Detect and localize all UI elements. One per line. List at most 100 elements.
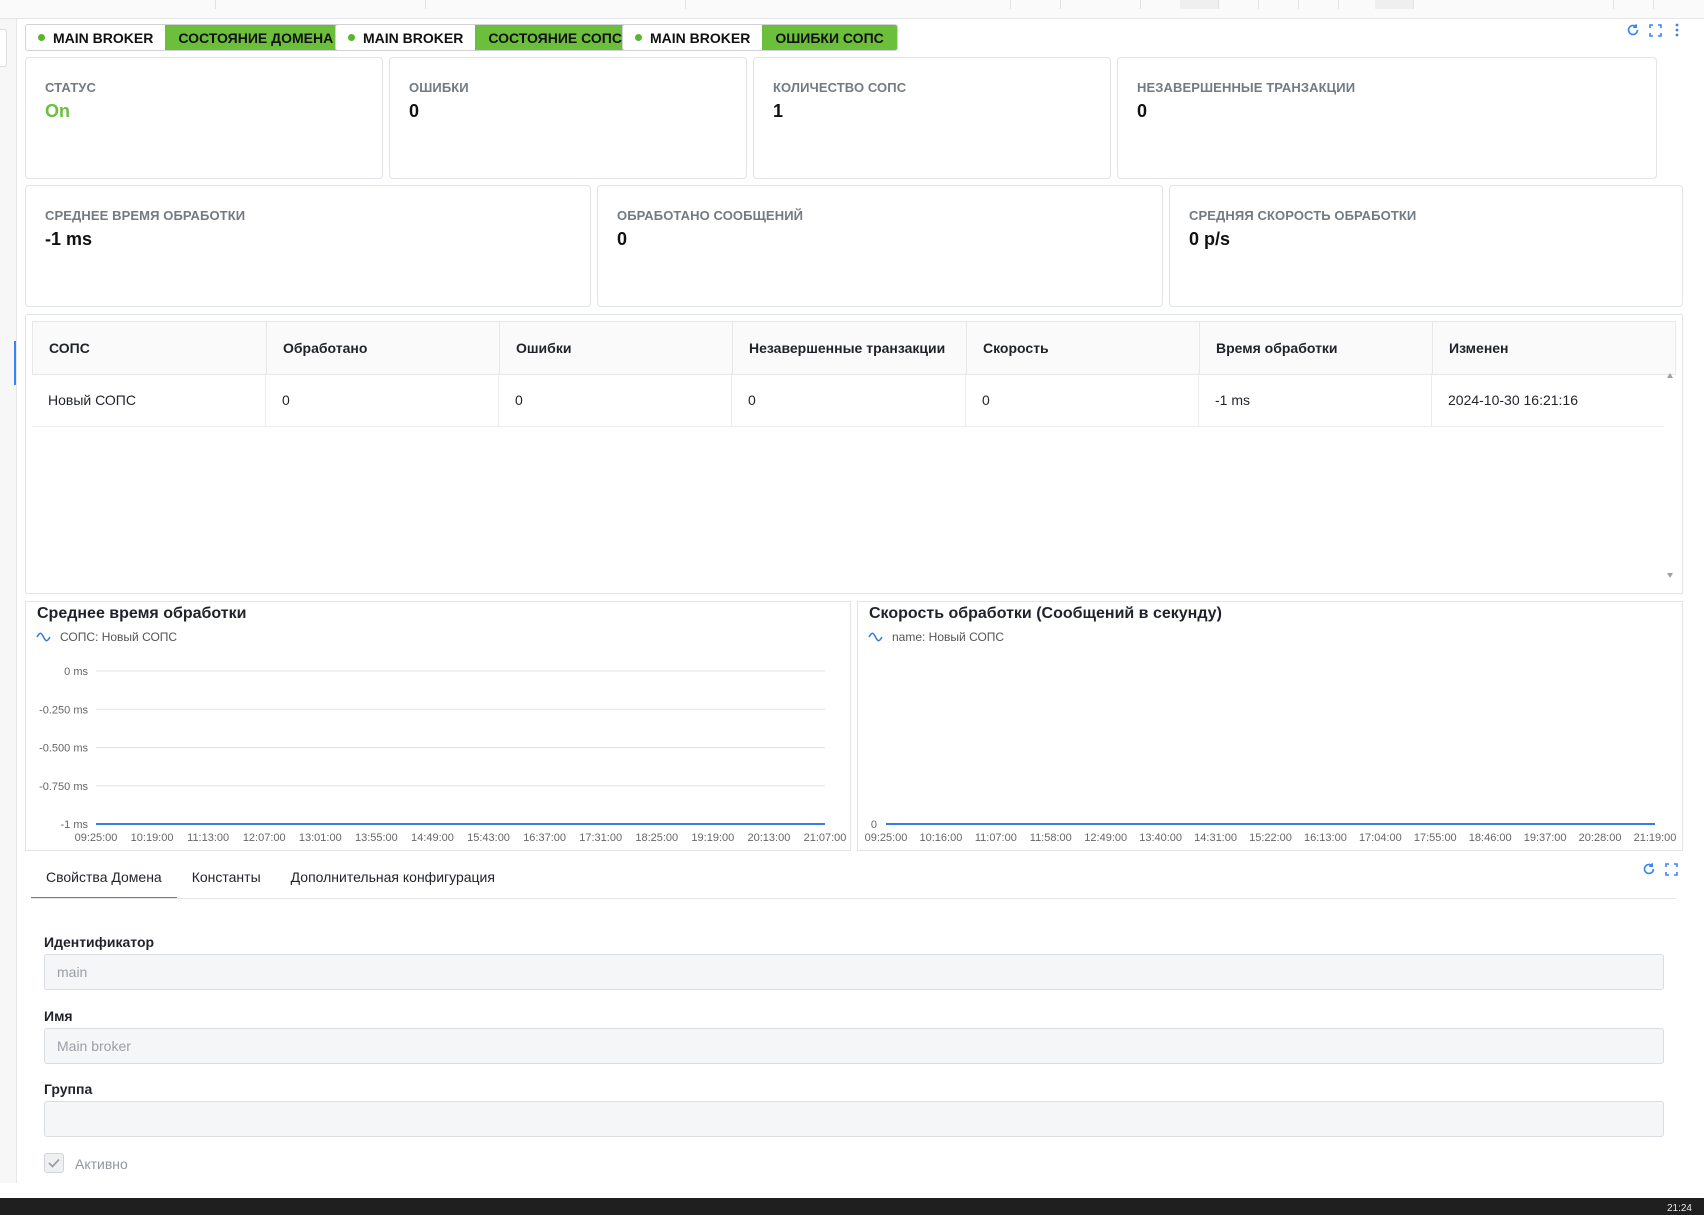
x-tick-label: 15:22:00 bbox=[1249, 832, 1292, 844]
x-tick-label: 09:25:00 bbox=[75, 832, 118, 844]
x-tick-label: 13:55:00 bbox=[355, 832, 398, 844]
stat-label: ОБРАБОТАНО СООБЩЕНИЙ bbox=[617, 208, 804, 223]
tag-badge: СОСТОЯНИЕ СОПС bbox=[475, 25, 635, 50]
stat-card-status: СТАТУС On bbox=[25, 57, 383, 179]
x-tick-label: 19:19:00 bbox=[691, 832, 734, 844]
table-cell: Новый СОПС bbox=[32, 373, 266, 426]
column-header-pending[interactable]: Незавершенные транзакции bbox=[733, 322, 967, 374]
x-tick-label: 17:55:00 bbox=[1414, 832, 1457, 844]
more-vertical-icon[interactable] bbox=[1668, 21, 1686, 39]
chart-plot-area: 0 ms -0.250 ms -0.500 ms -0.750 ms -1 ms09:2… bbox=[39, 666, 847, 844]
x-tick-label: 20:13:00 bbox=[748, 832, 791, 844]
tag-sops-state[interactable]: MAIN BROKER СОСТОЯНИЕ СОПС bbox=[335, 24, 636, 51]
sidebar-active-indicator bbox=[14, 341, 16, 385]
stat-label: НЕЗАВЕРШЕННЫЕ ТРАНЗАКЦИИ bbox=[1137, 80, 1356, 95]
stat-label: СРЕДНЯЯ СКОРОСТЬ ОБРАБОТКИ bbox=[1189, 208, 1417, 223]
identifier-field[interactable]: main bbox=[44, 954, 1664, 990]
table-cell: -1 ms bbox=[1199, 373, 1432, 426]
chart-processing-speed: Скорость обработки (Сообщений в секунду)… bbox=[857, 601, 1683, 851]
column-header-sops[interactable]: СОПС bbox=[33, 322, 267, 374]
x-tick-label: 17:31:00 bbox=[579, 832, 622, 844]
tab-constants[interactable]: Константы bbox=[177, 857, 276, 899]
table-scrollbar[interactable] bbox=[1665, 373, 1675, 578]
stat-value: 0 bbox=[1137, 101, 1148, 121]
column-header-errors[interactable]: Ошибки bbox=[500, 322, 733, 374]
stat-card-avg-processing-speed: СРЕДНЯЯ СКОРОСТЬ ОБРАБОТКИ 0 p/s bbox=[1169, 185, 1683, 307]
stat-value: 0 bbox=[617, 229, 628, 249]
tag-domain-state[interactable]: MAIN BROKER СОСТОЯНИЕ ДОМЕНА bbox=[25, 24, 348, 51]
checkmark-icon bbox=[48, 1158, 60, 1168]
x-tick-label: 10:19:00 bbox=[131, 832, 174, 844]
table-row[interactable]: Новый СОПС 0 0 0 0 -1 ms 2024-10-30 16:2… bbox=[32, 373, 1664, 427]
status-dot bbox=[635, 34, 642, 41]
fullscreen-icon[interactable] bbox=[1662, 860, 1680, 878]
sops-table: СОПС Обработано Ошибки Незавершенные тра… bbox=[25, 314, 1683, 594]
x-tick-label: 14:31:00 bbox=[1194, 832, 1237, 844]
refresh-icon[interactable] bbox=[1624, 21, 1642, 39]
x-tick-label: 18:25:00 bbox=[635, 832, 678, 844]
tag-badge: ОШИБКИ СОПС bbox=[762, 25, 897, 50]
stat-card-sops-count: КОЛИЧЕСТВО СОПС 1 bbox=[753, 57, 1111, 179]
stat-value: On bbox=[45, 101, 70, 121]
taskbar-clock: 21:24 bbox=[1666, 1203, 1692, 1214]
x-tick-label: 21:07:00 bbox=[804, 832, 847, 844]
stat-label: СРЕДНЕЕ ВРЕМЯ ОБРАБОТКИ bbox=[45, 208, 246, 223]
tab-domain-properties[interactable]: Свойства Домена bbox=[31, 857, 177, 899]
stat-label: ОШИБКИ bbox=[409, 80, 469, 95]
scroll-up-arrow-icon[interactable] bbox=[1667, 373, 1673, 378]
scroll-down-arrow-icon[interactable] bbox=[1667, 573, 1673, 578]
chart-plot-area: 009:25:00 10:16:00 11:07:00 11:58:00 12:49:0… bbox=[865, 819, 1677, 844]
column-header-speed[interactable]: Скорость bbox=[967, 322, 1200, 374]
fullscreen-icon[interactable] bbox=[1646, 21, 1664, 39]
left-sidebar-edge bbox=[0, 19, 17, 1183]
x-tick-label: 11:13:00 bbox=[187, 832, 229, 844]
x-tick-label: 13:01:00 bbox=[299, 832, 342, 844]
tag-name: MAIN BROKER bbox=[650, 29, 751, 46]
x-tick-label: 14:49:00 bbox=[411, 832, 454, 844]
stat-card-errors: ОШИБКИ 0 bbox=[389, 57, 747, 179]
table-header: СОПС Обработано Ошибки Незавершенные тра… bbox=[32, 321, 1676, 375]
field-label-name: Имя bbox=[44, 1008, 73, 1024]
x-tick-label: 12:07:00 bbox=[243, 832, 286, 844]
x-tick-label: 10:16:00 bbox=[920, 832, 963, 844]
x-tick-label: 11:07:00 bbox=[975, 832, 1017, 844]
tab-additional-config[interactable]: Дополнительная конфигурация bbox=[276, 857, 510, 899]
x-tick-label: 17:04:00 bbox=[1359, 832, 1402, 844]
table-cell: 0 bbox=[966, 373, 1199, 426]
y-tick-label: -0.250 ms bbox=[39, 704, 88, 716]
stat-value: 0 bbox=[409, 101, 420, 121]
refresh-icon[interactable] bbox=[1640, 860, 1658, 878]
y-tick-label: -1 ms bbox=[61, 819, 89, 831]
x-tick-label: 18:46:00 bbox=[1469, 832, 1512, 844]
sidebar-collapse-handle[interactable] bbox=[0, 29, 7, 67]
tag-badge: СОСТОЯНИЕ ДОМЕНА bbox=[165, 25, 347, 50]
column-header-modified[interactable]: Изменен bbox=[1433, 322, 1675, 374]
table-cell: 0 bbox=[499, 373, 732, 426]
window-top-strip bbox=[0, 0, 1704, 19]
field-label-identifier: Идентификатор bbox=[44, 934, 155, 950]
stat-label: СТАТУС bbox=[45, 80, 96, 95]
tag-sops-errors[interactable]: MAIN BROKER ОШИБКИ СОПС bbox=[622, 24, 898, 51]
active-checkbox[interactable] bbox=[44, 1153, 64, 1173]
tab-divider bbox=[31, 898, 1676, 899]
tag-name: MAIN BROKER bbox=[363, 29, 464, 46]
y-tick-label: 0 bbox=[871, 819, 877, 831]
group-field[interactable] bbox=[44, 1101, 1664, 1137]
chart-avg-processing-time: Среднее время обработки СОПС: Новый СОПС… bbox=[25, 601, 851, 851]
stat-value: 0 p/s bbox=[1189, 229, 1231, 249]
name-field[interactable]: Main broker bbox=[44, 1028, 1664, 1064]
x-tick-label: 16:13:00 bbox=[1304, 832, 1347, 844]
x-tick-label: 16:37:00 bbox=[523, 832, 566, 844]
stat-value: -1 ms bbox=[45, 229, 93, 249]
table-cell: 2024-10-30 16:21:16 bbox=[1448, 391, 1578, 408]
x-tick-label: 21:19:00 bbox=[1634, 832, 1677, 844]
field-label-group: Группа bbox=[44, 1081, 93, 1097]
column-header-processing-time[interactable]: Время обработки bbox=[1200, 322, 1433, 374]
status-dot bbox=[348, 34, 355, 41]
os-taskbar: 21:24 bbox=[0, 1198, 1704, 1215]
table-cell: 0 bbox=[732, 373, 966, 426]
x-tick-label: 19:37:00 bbox=[1524, 832, 1567, 844]
stat-card-avg-processing-time: СРЕДНЕЕ ВРЕМЯ ОБРАБОТКИ -1 ms bbox=[25, 185, 591, 307]
column-header-processed[interactable]: Обработано bbox=[267, 322, 500, 374]
x-tick-label: 09:25:00 bbox=[865, 832, 908, 844]
